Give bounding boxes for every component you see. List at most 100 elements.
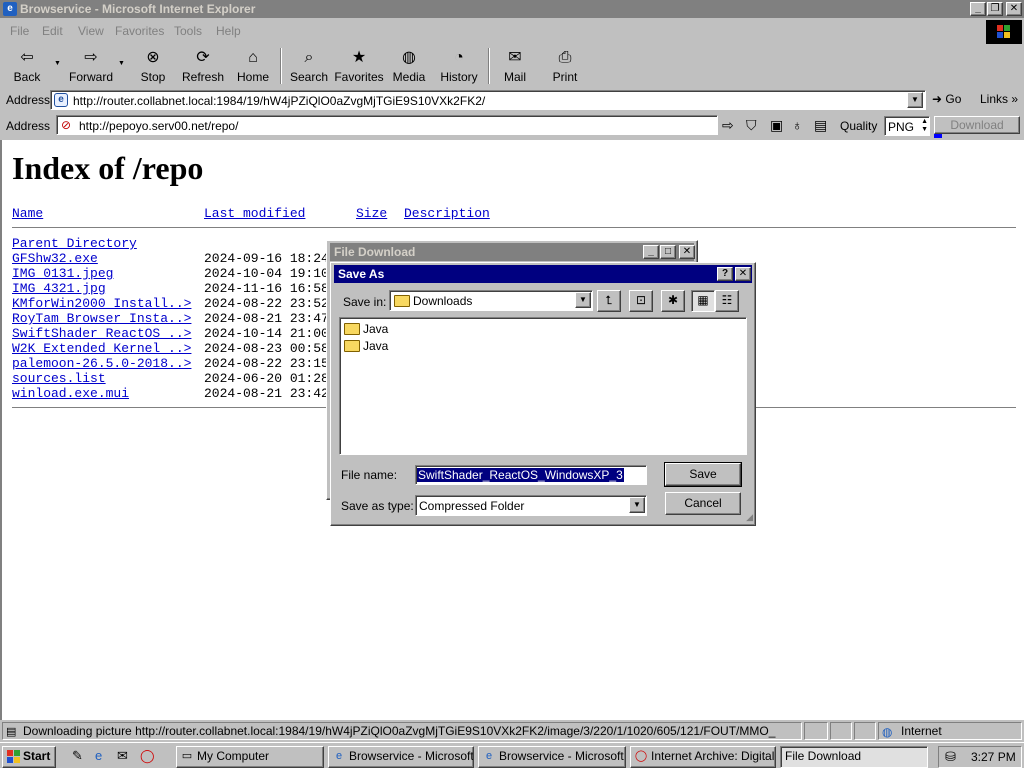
file-link[interactable]: winload.exe.mui [12,386,129,401]
file-link[interactable]: KMforWin2000_Install..> [12,296,191,311]
address-dropdown-icon[interactable]: ▼ [907,92,923,108]
quicklaunch-desktop-icon[interactable]: ✎ [72,748,83,764]
file-link[interactable]: sources.list [12,371,106,386]
save-in-select[interactable]: Downloads ▼ [389,290,593,311]
list-item[interactable]: Java [344,339,388,353]
back-dropdown-icon[interactable]: ▼ [54,60,61,67]
file-link[interactable]: RoyTam Browser Insta..> [12,311,191,326]
go-button[interactable]: ➜ Go [932,92,961,106]
forward-dropdown-icon[interactable]: ▼ [118,60,125,67]
start-button[interactable]: Start [2,746,56,768]
system-tray: ⛁ 3:27 PM [938,746,1022,768]
quality-select[interactable]: PNG ▲ ▼ [884,116,930,136]
file-download-close[interactable]: ✕ [679,245,695,259]
close-button[interactable]: ✕ [1006,2,1022,16]
favorites-icon: ★ [351,49,367,66]
forward-button[interactable]: ⇨ Forward [66,46,116,86]
save-as-dialog[interactable]: Save As ? ✕ Save in: Downloads ▼ ⮤ ⊡ ✱ ▦… [330,262,756,526]
menu-help[interactable]: Help [216,24,241,38]
cancel-button[interactable]: Cancel [665,492,741,515]
file-download-minimize[interactable]: _ [643,245,659,259]
list-view-icon: ▦ [697,293,709,307]
folder-icon [344,323,360,335]
file-link[interactable]: W2K Extended Kernel ..> [12,341,191,356]
search-button[interactable]: ⌕ Search [288,46,330,86]
tray-network-icon[interactable]: ⛁ [945,749,956,765]
file-download-title-bar[interactable]: File Download [330,243,694,261]
details-view-button[interactable]: ☷ [715,290,739,312]
quality-spin-icon[interactable]: ▲ ▼ [921,118,928,134]
history-icon: ◔ [454,49,464,66]
file-link[interactable]: palemoon-26.5.0-2018..> [12,356,191,371]
menu-view[interactable]: View [78,24,104,38]
save-in-label: Save in: [343,295,387,309]
back-arrow-icon: ⇦ [20,49,34,66]
save-in-dropdown-icon[interactable]: ▼ [575,292,591,308]
task-internet-archive[interactable]: ◯ Internet Archive: Digital ... [630,746,776,768]
file-link[interactable]: SwiftShader ReactOS_..> [12,326,191,341]
restore-button[interactable]: ❐ [987,2,1003,16]
sort-size-link[interactable]: Size [356,206,387,221]
save-as-type-select[interactable]: Compressed Folder ▼ [415,495,647,516]
quicklaunch-outlook-icon[interactable]: ✉ [117,748,128,764]
clipboard-icon[interactable]: ▤ [814,117,827,134]
go-arrow-icon[interactable]: ⇨ [722,117,734,134]
sort-name-link[interactable]: Name [12,206,43,221]
find-binoculars-icon[interactable]: ♁ [792,117,803,133]
download-button[interactable]: Download [934,116,1020,134]
window-title-bar[interactable]: e Browservice - Microsoft Internet Explo… [0,0,1024,18]
task-my-computer[interactable]: ▭ My Computer [176,746,324,768]
back-button[interactable]: ⇦ Back [6,46,48,86]
sort-description-link[interactable]: Description [404,206,490,221]
media-globe-icon: ◍ [402,49,416,66]
history-button[interactable]: ◔ History [438,46,480,86]
menu-tools[interactable]: Tools [174,24,202,38]
folder-icon [344,340,360,352]
new-folder-button[interactable]: ✱ [661,290,685,312]
task-file-download[interactable]: File Download [780,746,928,768]
save-button[interactable]: Save [664,462,742,487]
quicklaunch-opera-icon[interactable]: ◯ [140,748,155,764]
parent-directory-link[interactable]: Parent Directory [12,236,137,251]
file-link[interactable]: GFShw32.exe [12,251,98,266]
file-date: 2024-08-21 23:42 [204,386,329,401]
menu-file[interactable]: File [10,24,29,38]
task-browservice-2[interactable]: e Browservice - Microsoft ... [478,746,626,768]
file-download-maximize[interactable]: □ [660,245,676,259]
media-button[interactable]: ◍ Media [390,46,428,86]
file-link[interactable]: IMG_4321.jpg [12,281,106,296]
favorites-button[interactable]: ★ Favorites [334,46,384,86]
ie-window-icon[interactable]: e [3,2,17,16]
help-button[interactable]: ? [717,267,733,281]
refresh-button[interactable]: ⟳ Refresh [180,46,226,86]
home-button[interactable]: ⌂ Home [234,46,272,86]
resize-grip-icon[interactable]: ◢ [746,512,753,523]
clock[interactable]: 3:27 PM [971,750,1016,764]
list-item[interactable]: Java [344,322,388,336]
mail-button[interactable]: ✉ Mail [498,46,532,86]
standard-toolbar: ⇦ Back ▼ ⇨ Forward ▼ ⊗ Stop ⟳ Refresh ⌂ … [0,44,1024,88]
file-list[interactable]: Java Java [339,317,747,455]
inner-address-input[interactable]: ⊘ http://pepoyo.serv00.net/repo/ [56,115,718,135]
bookmark-icon[interactable]: ⛉ [746,117,757,134]
minimize-button[interactable]: _ [970,2,986,16]
bookmark-page-icon[interactable]: ▣ [770,117,783,134]
menu-edit[interactable]: Edit [42,24,63,38]
file-name-input[interactable]: SwiftShader_ReactOS_WindowsXP_3 [415,465,647,485]
menu-favorites[interactable]: Favorites [115,24,164,38]
sort-modified-link[interactable]: Last modified [204,206,305,221]
desktop-button[interactable]: ⊡ [629,290,653,312]
address-input[interactable]: e http://router.collabnet.local:1984/19/… [50,90,926,110]
links-button[interactable]: Links » [980,92,1018,106]
task-browservice-1[interactable]: e Browservice - Microsoft ... [328,746,474,768]
up-one-level-button[interactable]: ⮤ [597,290,621,312]
stop-button[interactable]: ⊗ Stop [134,46,172,86]
save-as-type-dropdown-icon[interactable]: ▼ [629,497,645,513]
print-button[interactable]: ⎙ Print [548,46,582,86]
quicklaunch-ie-icon[interactable]: e [95,748,102,763]
file-link[interactable]: IMG_0131.jpeg [12,266,113,281]
list-view-button[interactable]: ▦ [691,290,715,312]
save-as-title-bar[interactable]: Save As [334,265,752,283]
details-view-icon: ☷ [721,293,733,307]
save-as-close-button[interactable]: ✕ [735,267,751,281]
